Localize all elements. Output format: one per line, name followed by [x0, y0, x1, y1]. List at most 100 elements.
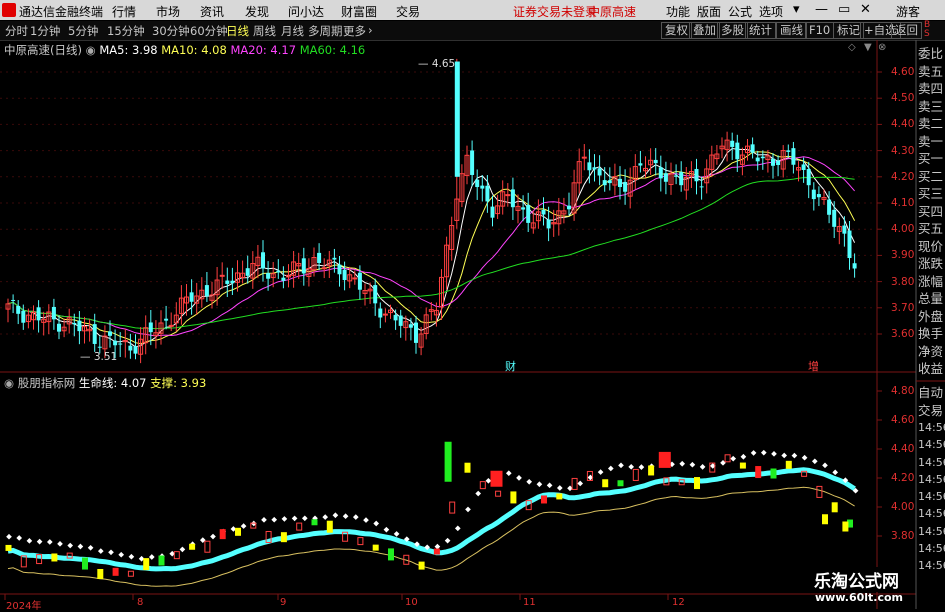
candle-down — [225, 280, 230, 284]
candle-down — [230, 280, 235, 284]
candle-down — [357, 272, 362, 290]
indicator-bar — [556, 493, 563, 500]
candle-down — [521, 207, 526, 210]
indicator-bar — [617, 480, 624, 487]
candle-up — [219, 274, 225, 277]
indicator-bar — [571, 477, 578, 490]
candle-down — [760, 156, 765, 159]
sub-y-tick: 4.60 — [891, 414, 915, 426]
quote-field-label: 现价 — [918, 238, 944, 254]
candle-down — [21, 310, 26, 323]
indicator-bar — [173, 551, 180, 560]
signal-dot — [556, 485, 563, 491]
candle-down — [261, 252, 265, 269]
signal-dot — [352, 514, 359, 520]
candle-down — [480, 185, 485, 189]
candle-down — [470, 150, 475, 175]
candle-down — [189, 292, 194, 302]
signal-dot — [301, 515, 308, 522]
signal-dot — [781, 452, 788, 459]
signal-dot — [6, 533, 12, 540]
candle-down — [281, 277, 286, 281]
candle-down — [475, 179, 480, 188]
candle-down — [567, 205, 571, 210]
main-y-tick: 4.10 — [891, 197, 915, 209]
candle-down — [842, 225, 847, 234]
tick-row: 14:56 — [918, 542, 945, 556]
candle-down — [750, 144, 755, 153]
candle-down — [811, 189, 816, 200]
candle-down — [204, 285, 209, 297]
candle-up — [505, 194, 511, 197]
main-y-tick: 4.60 — [891, 66, 915, 78]
signal-dot — [546, 482, 553, 489]
main-y-tick: 4.40 — [891, 118, 915, 131]
candle-down — [97, 346, 102, 348]
candle-down — [128, 345, 133, 351]
candle-down — [679, 172, 684, 186]
signal-dot — [383, 526, 390, 533]
quote-field-label: 买三 — [918, 186, 944, 201]
candle-down — [92, 324, 97, 344]
candle-down — [266, 273, 271, 279]
signal-dot — [271, 516, 278, 523]
candle-down — [653, 159, 658, 164]
indicator-bar — [372, 544, 379, 551]
x-label-oct: 10 — [405, 597, 418, 608]
candle-down — [16, 305, 21, 314]
quote-field-label: 买四 — [918, 203, 944, 219]
indicator-bar — [204, 540, 211, 553]
signal-dot — [97, 548, 104, 554]
indicator-bar — [648, 465, 655, 476]
signal-dot — [801, 454, 808, 461]
indicator-bar — [510, 491, 517, 504]
tick-row: 14:56 — [918, 507, 945, 521]
tick-row[interactable]: 交易 — [918, 402, 945, 420]
candle-down — [602, 180, 607, 186]
event-zeng-marker[interactable]: 增 — [808, 358, 819, 374]
candle-down — [408, 324, 413, 328]
candle-down — [806, 169, 811, 186]
x-label-nov: 11 — [523, 597, 536, 608]
signal-dot — [261, 517, 267, 523]
candle-down — [317, 252, 322, 263]
red-block — [658, 451, 671, 468]
main-y-tick: 3.80 — [891, 275, 915, 288]
signal-dot — [373, 520, 380, 527]
indicator-bar — [464, 462, 471, 473]
candle-down — [148, 322, 153, 333]
tick-row[interactable]: 自动 — [918, 384, 945, 402]
sub-y-tick: 4.40 — [891, 443, 915, 455]
signal-dot — [118, 551, 125, 558]
signal-dot — [638, 464, 645, 470]
quote-field-label: 收益 — [918, 361, 944, 376]
candle-down — [72, 322, 77, 325]
event-cai-marker[interactable]: 财 — [505, 358, 516, 374]
candle-down — [378, 308, 383, 318]
watermark-url: www.60lt.com — [815, 591, 904, 604]
yellow-block — [822, 514, 828, 525]
tick-row: 14:56 — [918, 524, 945, 538]
candle-down — [510, 189, 515, 208]
main-y-tick: 4.50 — [891, 92, 915, 105]
candle-down — [735, 142, 740, 160]
candle-down — [801, 164, 806, 170]
x-label-sep: 9 — [280, 597, 287, 608]
quote-field-label: 卖四 — [918, 81, 944, 96]
candle-down — [618, 178, 622, 188]
candle-down — [827, 199, 832, 215]
signal-dot — [332, 512, 339, 519]
candle-down — [11, 299, 16, 301]
quote-field-label: 换手 — [918, 326, 944, 341]
signal-dot — [393, 531, 400, 537]
candle-down — [852, 263, 857, 269]
signal-dot — [87, 544, 94, 551]
main-y-tick: 4.00 — [891, 223, 915, 236]
indicator-bar — [311, 519, 318, 526]
signal-dot — [730, 455, 737, 462]
candle-down — [57, 323, 61, 332]
chart-canvas[interactable] — [0, 0, 945, 609]
indicator-bar — [143, 558, 150, 571]
candle-down — [414, 322, 418, 343]
candle-up — [581, 156, 587, 159]
